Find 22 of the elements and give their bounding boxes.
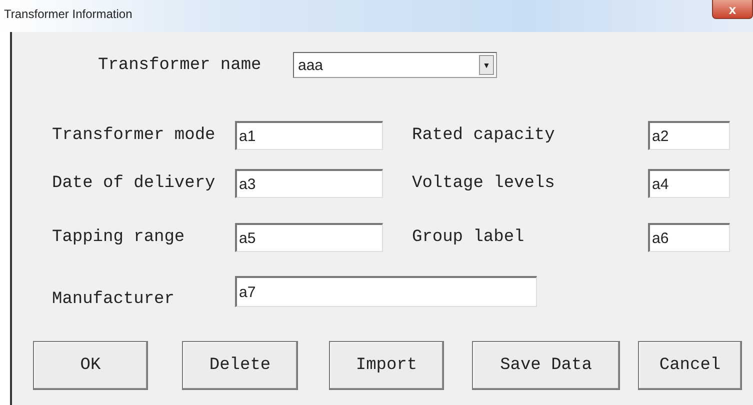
input-field[interactable]: a1 [235, 121, 383, 150]
field-label: Tapping range [52, 228, 186, 247]
ok-button[interactable]: OK [33, 341, 148, 390]
dialog-button[interactable]: Delete [182, 341, 298, 390]
field-label: Transformer mode [52, 126, 216, 145]
input-field[interactable]: a2 [648, 121, 730, 150]
field-label: Group label [412, 228, 526, 247]
input-field[interactable]: a3 [235, 169, 383, 198]
dialog-button[interactable]: Save Data [472, 341, 620, 390]
dialog-button[interactable]: Import [329, 341, 444, 390]
window-title: Transformer Information [3, 7, 132, 21]
input-field[interactable]: a7 [235, 276, 537, 307]
field-label: Rated capacity [412, 126, 556, 145]
field-label: Date of delivery [52, 174, 216, 193]
field-label: Voltage levels [412, 174, 556, 193]
field-label: Manufacturer [52, 290, 176, 309]
field-label: Transformer name [98, 56, 262, 74]
name-dropdown[interactable]: aaa ▾ [293, 52, 497, 78]
input-field[interactable]: a4 [648, 169, 730, 198]
cancel-button[interactable]: Cancel [638, 341, 742, 390]
input-field[interactable]: a6 [648, 223, 730, 252]
input-field[interactable]: a5 [235, 223, 383, 252]
